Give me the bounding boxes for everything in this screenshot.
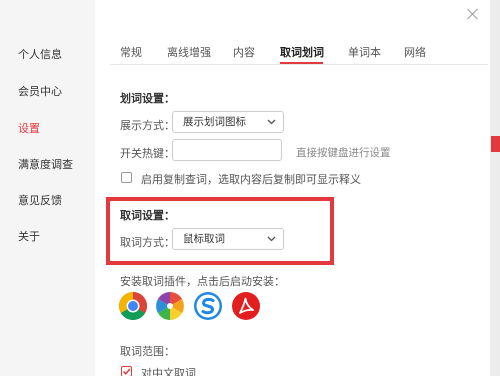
sidebar-item-membership[interactable]: 会员中心 <box>18 83 62 99</box>
hotkey-label: 开关热键： <box>120 148 175 160</box>
selection-settings-title: 划词设置： <box>120 93 175 105</box>
sogou-browser-icon[interactable] <box>193 291 223 321</box>
plugins-title: 安装取词插件，点击后启动安装： <box>120 276 285 288</box>
tab-network[interactable]: 网络 <box>404 44 426 60</box>
copy-lookup-label: 启用复制查词，选取内容后复制即可显示释义 <box>141 174 361 186</box>
background-window-edge <box>490 0 500 376</box>
chrome-icon[interactable] <box>118 291 148 321</box>
range-title: 取词范围： <box>120 346 175 358</box>
sidebar-item-survey[interactable]: 满意度调查 <box>18 156 73 172</box>
acrobat-reader-icon[interactable] <box>231 291 261 321</box>
hotkey-hint: 直接按键盘进行设置 <box>296 147 391 159</box>
display-mode-select[interactable]: 展示划词图标 <box>172 111 284 133</box>
tab-word-capture[interactable]: 取词划词 <box>280 44 324 60</box>
capture-mode-value: 鼠标取词 <box>183 233 225 245</box>
display-mode-label: 展示方式： <box>120 120 175 132</box>
pinwheel-browser-icon[interactable] <box>155 291 185 321</box>
sidebar-item-feedback[interactable]: 意见反馈 <box>18 192 62 208</box>
chinese-capture-checkbox[interactable] <box>121 366 132 376</box>
background-window-tag <box>491 136 500 152</box>
copy-lookup-checkbox[interactable] <box>121 172 132 183</box>
sidebar-item-settings[interactable]: 设置 <box>18 120 40 136</box>
chevron-down-icon <box>267 119 276 125</box>
display-mode-value: 展示划词图标 <box>183 116 246 128</box>
tab-divider <box>110 64 488 65</box>
capture-mode-select[interactable]: 鼠标取词 <box>172 228 284 250</box>
tab-general[interactable]: 常规 <box>120 44 142 60</box>
close-icon[interactable] <box>466 7 480 21</box>
checkmark-icon <box>122 368 131 375</box>
capture-mode-label: 取词方式： <box>120 237 175 249</box>
sidebar-item-about[interactable]: 关于 <box>18 228 40 244</box>
capture-settings-title: 取词设置： <box>120 210 175 222</box>
hotkey-input[interactable] <box>172 139 282 161</box>
chevron-down-icon <box>267 236 276 242</box>
sidebar-item-profile[interactable]: 个人信息 <box>18 46 62 62</box>
tab-wordbook[interactable]: 单词本 <box>348 44 381 60</box>
tab-content[interactable]: 内容 <box>233 44 255 60</box>
chinese-capture-label: 对中文取词 <box>141 368 196 376</box>
tab-offline-enhance[interactable]: 离线增强 <box>167 44 211 60</box>
